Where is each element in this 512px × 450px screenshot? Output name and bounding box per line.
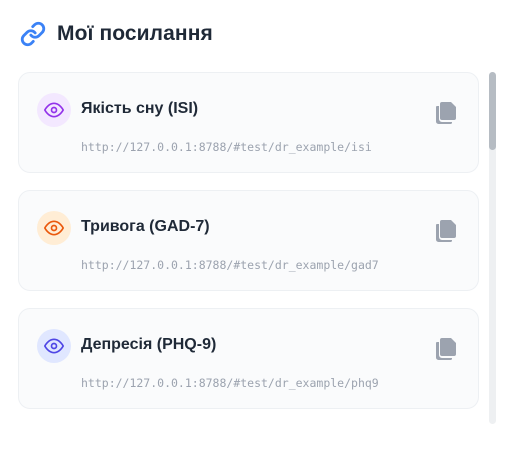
link-title: Депресія (PHQ-9): [81, 336, 217, 353]
page-header: Мої посилання: [20, 20, 213, 48]
link-card[interactable]: Тривога (GAD-7) http://127.0.0.1:8788/#t…: [18, 190, 479, 291]
eye-icon[interactable]: [37, 329, 71, 363]
link-card[interactable]: Якість сну (ISI) http://127.0.0.1:8788/#…: [18, 72, 479, 173]
links-list: Якість сну (ISI) http://127.0.0.1:8788/#…: [18, 72, 479, 426]
copy-icon[interactable]: [433, 217, 459, 243]
eye-icon[interactable]: [37, 93, 71, 127]
link-url[interactable]: http://127.0.0.1:8788/#test/dr_example/i…: [81, 140, 372, 154]
link-url[interactable]: http://127.0.0.1:8788/#test/dr_example/p…: [81, 376, 379, 390]
copy-icon[interactable]: [433, 99, 459, 125]
scrollbar-thumb[interactable]: [489, 72, 496, 150]
copy-icon[interactable]: [433, 335, 459, 361]
link-url[interactable]: http://127.0.0.1:8788/#test/dr_example/g…: [81, 258, 379, 272]
eye-icon[interactable]: [37, 211, 71, 245]
scrollbar[interactable]: [489, 72, 496, 424]
link-title: Якість сну (ISI): [81, 100, 199, 117]
link-title: Тривога (GAD-7): [81, 218, 210, 235]
link-icon: [20, 21, 46, 47]
page-title: Мої посилання: [57, 22, 213, 45]
link-card[interactable]: Депресія (PHQ-9) http://127.0.0.1:8788/#…: [18, 308, 479, 409]
